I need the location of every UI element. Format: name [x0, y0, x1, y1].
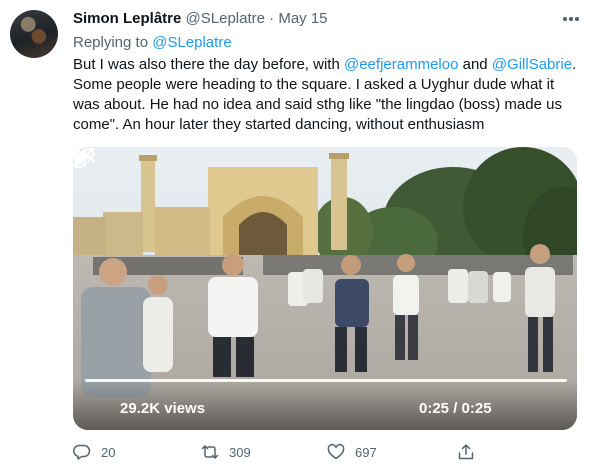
tweet-line: come". An hour later they started dancin… — [73, 116, 485, 133]
share-icon — [458, 444, 474, 460]
tweet-line: was about. He had no idea and said sthg … — [73, 96, 562, 113]
reply-count: 20 — [101, 444, 116, 460]
like-count: 697 — [355, 444, 377, 460]
meta-separator: · — [264, 10, 279, 27]
like-icon — [327, 443, 345, 460]
like-button[interactable]: 697 — [327, 441, 377, 463]
author-handle[interactable]: @SLeplatre — [186, 10, 265, 27]
author-avatar[interactable] — [10, 10, 58, 58]
reply-prefix: Replying to — [73, 34, 153, 51]
reply-button[interactable]: 20 — [73, 441, 115, 463]
retweet-count: 309 — [229, 444, 251, 460]
text-segment: . — [572, 56, 577, 73]
video-player[interactable]: 29.2K views 0:25 / 0:25 — [73, 147, 577, 430]
retweet-button[interactable]: 309 — [201, 441, 251, 463]
text-segment: and — [458, 56, 492, 73]
reply-icon — [73, 444, 91, 460]
mention-link[interactable]: @eefjerammeloo — [344, 56, 458, 73]
more-options-icon[interactable] — [561, 10, 581, 28]
video-time: 0:25 / 0:25 — [419, 400, 492, 417]
reply-mention[interactable]: @SLeplatre — [152, 34, 231, 51]
tweet-actions: 20 309 697 — [73, 441, 583, 463]
mention-link[interactable]: @GillSabrie — [492, 56, 572, 73]
tweet-text: But I was also there the day before, wit… — [73, 55, 583, 135]
tweet-date[interactable]: May 15 — [278, 10, 327, 27]
author-name[interactable]: Simon Leplâtre — [73, 10, 181, 27]
tweet-line: Some people were heading to the square. … — [73, 76, 555, 93]
tweet-header: Simon Leplâtre @SLeplatre · May 15 — [73, 9, 597, 29]
replying-to: Replying to @SLeplatre — [73, 33, 232, 53]
view-count: 29.2K views — [120, 400, 206, 417]
tweet-line: But I was also there the day before, wit… — [73, 55, 583, 75]
retweet-icon — [201, 445, 219, 459]
text-segment: But I was also there the day before, wit… — [73, 56, 344, 73]
video-progress-bar[interactable] — [85, 379, 567, 382]
fullscreen-icon[interactable] — [73, 147, 95, 169]
share-button[interactable] — [457, 441, 475, 463]
